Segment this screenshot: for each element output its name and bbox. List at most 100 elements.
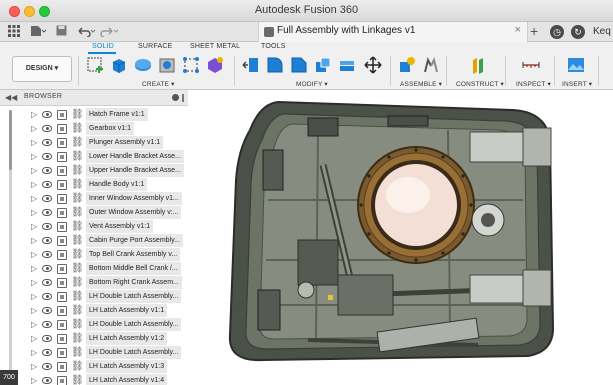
move-icon[interactable]: [364, 56, 382, 74]
expand-triangle-icon[interactable]: ▷: [31, 110, 37, 119]
workspace-design-button[interactable]: DESIGN ▾: [12, 56, 72, 82]
fillet-icon[interactable]: [266, 56, 284, 74]
browser-item-label[interactable]: Vent Assembly v1:1: [86, 220, 154, 233]
expand-triangle-icon[interactable]: ▷: [31, 222, 37, 231]
browser-item[interactable]: ▷ ⛓ Cabin Purge Port Assembly...: [0, 234, 188, 248]
pattern-icon[interactable]: [182, 56, 200, 74]
form-icon[interactable]: [206, 56, 224, 74]
visibility-eye-icon[interactable]: [42, 195, 52, 202]
visibility-eye-icon[interactable]: [42, 251, 52, 258]
undo-icon[interactable]: [76, 25, 96, 39]
expand-triangle-icon[interactable]: ▷: [31, 292, 37, 301]
browser-item[interactable]: ▷ ⛓ LH Latch Assembly v1:3: [0, 360, 188, 374]
browser-item[interactable]: ▷ ⛓ Bottom Middle Bell Crank /...: [0, 262, 188, 276]
browser-item-label[interactable]: Gearbox v1:1: [86, 122, 135, 135]
visibility-eye-icon[interactable]: [42, 307, 52, 314]
hole-icon[interactable]: [158, 56, 176, 74]
expand-triangle-icon[interactable]: ▷: [31, 250, 37, 259]
redo-icon[interactable]: [100, 25, 120, 39]
browser-item[interactable]: ▷ ⛓ Plunger Assembly v1:1: [0, 136, 188, 150]
browser-item[interactable]: ▷ ⛓ Outer Window Assembly v:...: [0, 206, 188, 220]
browser-item-label[interactable]: Lower Handle Bracket Asse...: [86, 150, 184, 163]
browser-header[interactable]: ◀◀ BROWSER: [0, 90, 188, 106]
browser-item[interactable]: ▷ ⛓ Gearbox v1:1: [0, 122, 188, 136]
new-tab-button[interactable]: +: [530, 23, 538, 39]
tab-sheet-metal[interactable]: SHEET METAL: [190, 43, 240, 50]
browser-item[interactable]: ▷ ⛓ LH Double Latch Assembly...: [0, 290, 188, 304]
browser-item-label[interactable]: Top Bell Crank Assembly v...: [86, 248, 181, 261]
browser-item[interactable]: ▷ ⛓ LH Double Latch Assembly...: [0, 346, 188, 360]
expand-triangle-icon[interactable]: ▷: [31, 152, 37, 161]
press-pull-icon[interactable]: [242, 56, 260, 74]
tab-tools[interactable]: TOOLS: [261, 43, 286, 50]
browser-item[interactable]: ▷ ⛓ LH Double Latch Assembly...: [0, 318, 188, 332]
browser-item[interactable]: ▷ ⛓ Bottom Right Crank Assem...: [0, 276, 188, 290]
create-sketch-icon[interactable]: [86, 56, 104, 74]
tab-solid[interactable]: SOLID: [92, 43, 114, 50]
browser-item-label[interactable]: Outer Window Assembly v:...: [86, 206, 182, 219]
browser-item-label[interactable]: LH Double Latch Assembly...: [86, 290, 182, 303]
expand-triangle-icon[interactable]: ▷: [31, 236, 37, 245]
browser-item-label[interactable]: LH Double Latch Assembly...: [86, 346, 182, 359]
expand-triangle-icon[interactable]: ▷: [31, 138, 37, 147]
browser-item-label[interactable]: Hatch Frame v1:1: [86, 108, 148, 121]
browser-item-label[interactable]: LH Latch Assembly v1:3: [86, 360, 168, 373]
visibility-eye-icon[interactable]: [42, 181, 52, 188]
visibility-eye-icon[interactable]: [42, 321, 52, 328]
visibility-eye-icon[interactable]: [42, 223, 52, 230]
browser-item-label[interactable]: LH Latch Assembly v1:1: [86, 304, 168, 317]
insert-group-label[interactable]: INSERT ▾: [562, 80, 592, 88]
expand-triangle-icon[interactable]: ▷: [31, 348, 37, 357]
chamfer-icon[interactable]: [290, 56, 308, 74]
user-account-label[interactable]: Keq: [593, 26, 611, 37]
construct-group-label[interactable]: CONSTRUCT ▾: [456, 80, 504, 88]
expand-triangle-icon[interactable]: ▷: [31, 334, 37, 343]
visibility-eye-icon[interactable]: [42, 265, 52, 272]
browser-item[interactable]: ▷ ⛓ LH Latch Assembly v1:2: [0, 332, 188, 346]
expand-triangle-icon[interactable]: ▷: [31, 180, 37, 189]
notifications-icon[interactable]: ↻: [571, 25, 585, 39]
close-tab-icon[interactable]: ×: [515, 24, 521, 36]
visibility-eye-icon[interactable]: [42, 237, 52, 244]
browser-item[interactable]: ▷ ⛓ LH Latch Assembly v1:1: [0, 304, 188, 318]
browser-item[interactable]: ▷ ⛓ Lower Handle Bracket Asse...: [0, 150, 188, 164]
browser-item[interactable]: ▷ ⛓ Handle Body v1:1: [0, 178, 188, 192]
browser-item-label[interactable]: Handle Body v1:1: [86, 178, 148, 191]
visibility-eye-icon[interactable]: [42, 363, 52, 370]
browser-item-label[interactable]: Bottom Middle Bell Crank /...: [86, 262, 181, 275]
inspect-group-label[interactable]: INSPECT ▾: [516, 80, 551, 88]
browser-item[interactable]: ▷ ⛓ LH Latch Assembly v1:4: [0, 374, 188, 385]
browser-item[interactable]: ▷ ⛓ Upper Handle Bracket Asse...: [0, 164, 188, 178]
visibility-eye-icon[interactable]: [42, 111, 52, 118]
visibility-eye-icon[interactable]: [42, 153, 52, 160]
browser-item[interactable]: ▷ ⛓ Top Bell Crank Assembly v...: [0, 248, 188, 262]
combine-icon[interactable]: [338, 56, 356, 74]
insert-image-icon[interactable]: [567, 56, 585, 74]
expand-triangle-icon[interactable]: ▷: [31, 166, 37, 175]
expand-triangle-icon[interactable]: ▷: [31, 124, 37, 133]
collapse-chevron-icon[interactable]: ◀◀: [5, 93, 17, 102]
assemble-group-label[interactable]: ASSEMBLE ▾: [400, 80, 442, 88]
job-status-icon[interactable]: ◷: [550, 25, 564, 39]
visibility-eye-icon[interactable]: [42, 335, 52, 342]
3d-viewport[interactable]: [188, 90, 613, 385]
visibility-eye-icon[interactable]: [42, 377, 52, 384]
browser-item[interactable]: ▷ ⛓ Hatch Frame v1:1: [0, 108, 188, 122]
expand-triangle-icon[interactable]: ▷: [31, 194, 37, 203]
create-group-label[interactable]: CREATE ▾: [142, 80, 175, 88]
modify-group-label[interactable]: MODIFY ▾: [296, 80, 328, 88]
browser-item-label[interactable]: Upper Handle Bracket Asse...: [86, 164, 184, 177]
browser-item-label[interactable]: Inner Window Assembly v1...: [86, 192, 182, 205]
browser-item-label[interactable]: LH Latch Assembly v1:4: [86, 374, 168, 385]
visibility-eye-icon[interactable]: [42, 125, 52, 132]
expand-triangle-icon[interactable]: ▷: [31, 208, 37, 217]
browser-item-label[interactable]: Plunger Assembly v1:1: [86, 136, 164, 149]
visibility-eye-icon[interactable]: [42, 293, 52, 300]
expand-triangle-icon[interactable]: ▷: [31, 362, 37, 371]
revolve-icon[interactable]: [134, 56, 152, 74]
save-icon[interactable]: [56, 25, 67, 39]
browser-item-label[interactable]: LH Double Latch Assembly...: [86, 318, 182, 331]
visibility-eye-icon[interactable]: [42, 349, 52, 356]
visibility-eye-icon[interactable]: [42, 209, 52, 216]
expand-triangle-icon[interactable]: ▷: [31, 376, 37, 385]
